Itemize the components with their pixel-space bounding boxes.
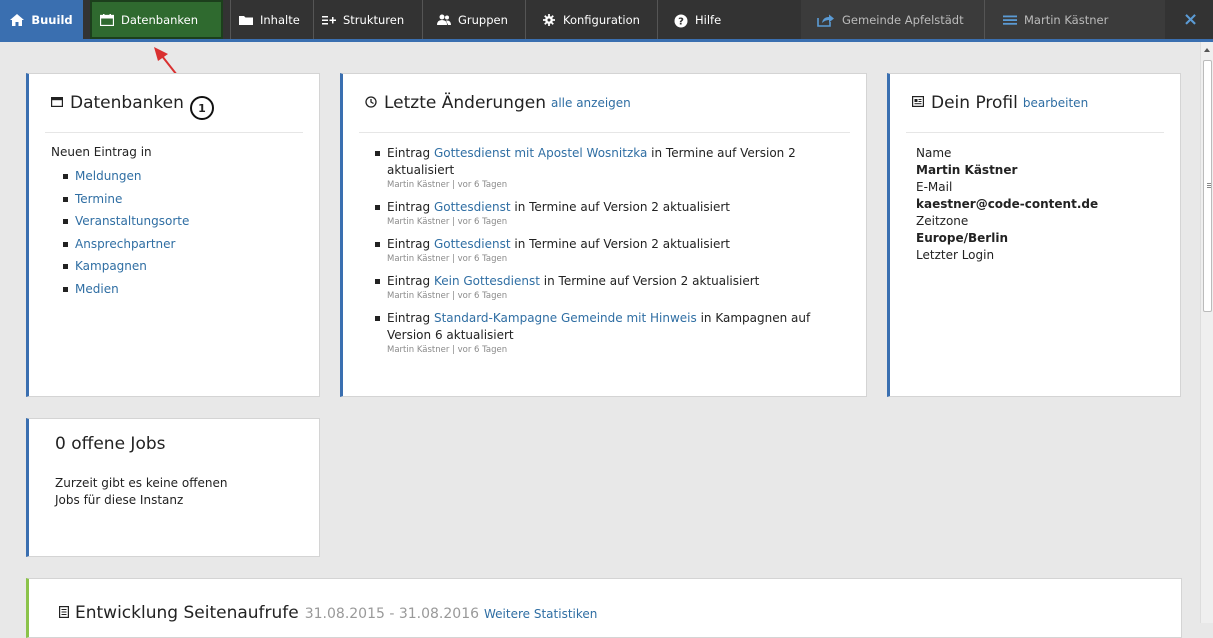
gear-icon — [542, 13, 556, 26]
id-card-icon — [912, 96, 925, 110]
change-entry-link[interactable]: Kein Gottesdienst — [434, 274, 540, 288]
stats-title: Entwicklung Seitenaufrufe — [75, 603, 299, 623]
nav-item-konfiguration[interactable]: Konfiguration — [526, 0, 657, 39]
annotation-badge: 1 — [190, 96, 214, 120]
user-menu[interactable]: Martin Kästner — [985, 0, 1165, 39]
change-entry-link[interactable]: Standard-Kampagne Gemeinde mit Hinweis — [434, 311, 697, 325]
clock-icon — [365, 95, 377, 111]
folder-icon — [239, 14, 253, 26]
more-statistics-link[interactable]: Weitere Statistiken — [484, 607, 597, 621]
edit-profile-link[interactable]: bearbeiten — [1023, 96, 1088, 110]
share-icon — [817, 14, 835, 27]
stats-header: Entwicklung Seitenaufrufe 31.08.2015 - 3… — [59, 603, 597, 623]
change-meta: Martin Kästner | vor 6 Tagen — [387, 180, 508, 190]
scrollbar-thumb[interactable] — [1203, 60, 1212, 312]
list-item: Termine — [63, 188, 297, 211]
profile-panel: Dein Profil bearbeiten Name Martin Kästn… — [887, 73, 1181, 397]
jobs-title: 0 offene Jobs — [55, 434, 166, 454]
change-meta: Martin Kästner | vor 6 Tagen — [387, 345, 508, 355]
brand-label: Buuild — [31, 12, 73, 27]
list-item: Kampagnen — [63, 255, 297, 278]
database-link-medien[interactable]: Medien — [75, 282, 119, 296]
stats-range: 31.08.2015 - 31.08.2016 — [304, 606, 480, 622]
nav-item-label: Datenbanken — [121, 12, 199, 27]
jobs-panel: 0 offene Jobs Zurzeit gibt es keine offe… — [26, 418, 320, 557]
hamburger-icon — [1003, 14, 1017, 26]
top-navbar: Buuild Datenbanken Inhalte Strukturen Gr… — [0, 0, 1213, 42]
panel-header: Letzte Änderungen alle anzeigen — [359, 74, 850, 133]
user-name: Martin Kästner — [1024, 12, 1109, 27]
databases-intro: Neuen Eintrag in — [51, 145, 152, 159]
profile-last-login-label: Letzter Login — [916, 248, 995, 262]
stats-panel: Entwicklung Seitenaufrufe 31.08.2015 - 3… — [26, 578, 1182, 638]
profile-email-label: E-Mail — [916, 180, 953, 194]
profile-timezone: Europe/Berlin — [916, 231, 1008, 245]
recent-changes-title: Letzte Änderungen alle anzeigen — [365, 93, 631, 113]
list-item: Eintrag Gottesdienst in Termine auf Vers… — [375, 199, 848, 229]
scroll-up-icon[interactable] — [1204, 48, 1210, 52]
databases-list: Meldungen Termine Veranstaltungsorte Ans… — [63, 165, 297, 300]
databases-panel: Datenbanken Neuen Eintrag in Meldungen T… — [26, 73, 320, 397]
help-icon: ? — [674, 14, 688, 27]
database-link-veranstaltungsorte[interactable]: Veranstaltungsorte — [75, 214, 189, 228]
change-meta: Martin Kästner | vor 6 Tagen — [387, 291, 508, 301]
calendar-icon — [51, 96, 64, 110]
profile-name-label: Name — [916, 146, 952, 160]
changes-list: Eintrag Gottesdienst mit Apostel Wosnitz… — [375, 145, 848, 357]
nav-item-label: Strukturen — [343, 12, 405, 27]
brand-home-link[interactable]: Buuild — [0, 0, 83, 39]
list-item: Eintrag Gottesdienst in Termine auf Vers… — [375, 236, 848, 266]
list-item: Veranstaltungsorte — [63, 210, 297, 233]
panel-header: Datenbanken — [45, 74, 303, 133]
svg-text:?: ? — [678, 16, 684, 27]
nav-item-inhalte[interactable]: Inhalte — [231, 0, 313, 39]
database-link-meldungen[interactable]: Meldungen — [75, 169, 142, 183]
list-item: Eintrag Gottesdienst mit Apostel Wosnitz… — [375, 145, 848, 192]
site-switcher[interactable]: Gemeinde Apfelstädt — [801, 0, 984, 39]
change-meta: Martin Kästner | vor 6 Tagen — [387, 254, 508, 264]
database-link-ansprechpartner[interactable]: Ansprechpartner — [75, 237, 175, 251]
page-scrollbar[interactable] — [1200, 42, 1213, 623]
database-link-kampagnen[interactable]: Kampagnen — [75, 259, 147, 273]
document-icon — [59, 606, 70, 621]
panel-header: Dein Profil bearbeiten — [906, 74, 1164, 133]
list-item: Eintrag Standard-Kampagne Gemeinde mit H… — [375, 310, 848, 357]
nav-item-hilfe[interactable]: ? Hilfe — [658, 0, 738, 39]
home-icon — [10, 13, 25, 26]
change-entry-link[interactable]: Gottesdienst mit Apostel Wosnitzka — [434, 146, 647, 160]
nav-item-gruppen[interactable]: Gruppen — [423, 0, 525, 39]
nav-item-label: Inhalte — [260, 12, 300, 27]
database-link-termine[interactable]: Termine — [75, 192, 122, 206]
nav-item-strukturen[interactable]: Strukturen — [314, 0, 422, 39]
profile-title: Dein Profil bearbeiten — [912, 93, 1088, 113]
profile-email: kaestner@code-content.de — [916, 197, 1099, 211]
nav-item-label: Hilfe — [695, 12, 722, 27]
list-add-icon — [322, 14, 336, 26]
profile-timezone-label: Zeitzone — [916, 214, 969, 228]
show-all-link[interactable]: alle anzeigen — [551, 96, 631, 110]
users-icon — [437, 14, 451, 26]
nav-item-label: Gruppen — [458, 12, 508, 27]
change-meta: Martin Kästner | vor 6 Tagen — [387, 217, 508, 227]
close-icon[interactable]: × — [1168, 0, 1213, 39]
change-entry-link[interactable]: Gottesdienst — [434, 200, 511, 214]
list-item: Eintrag Kein Gottesdienst in Termine auf… — [375, 273, 848, 303]
site-name: Gemeinde Apfelstädt — [842, 12, 964, 27]
jobs-text: Zurzeit gibt es keine offenen Jobs für d… — [55, 476, 228, 507]
list-item: Ansprechpartner — [63, 233, 297, 256]
change-entry-link[interactable]: Gottesdienst — [434, 237, 511, 251]
profile-name: Martin Kästner — [916, 163, 1018, 177]
nav-item-datenbanken[interactable]: Datenbanken — [90, 0, 223, 39]
nav-item-label: Konfiguration — [563, 12, 640, 27]
list-item: Meldungen — [63, 165, 297, 188]
databases-title: Datenbanken — [51, 93, 184, 113]
recent-changes-panel: Letzte Änderungen alle anzeigen Eintrag … — [340, 73, 867, 397]
grip-icon — [1207, 183, 1211, 184]
list-item: Medien — [63, 278, 297, 301]
panel-header: 0 offene Jobs — [45, 419, 303, 469]
calendar-icon — [99, 13, 115, 26]
